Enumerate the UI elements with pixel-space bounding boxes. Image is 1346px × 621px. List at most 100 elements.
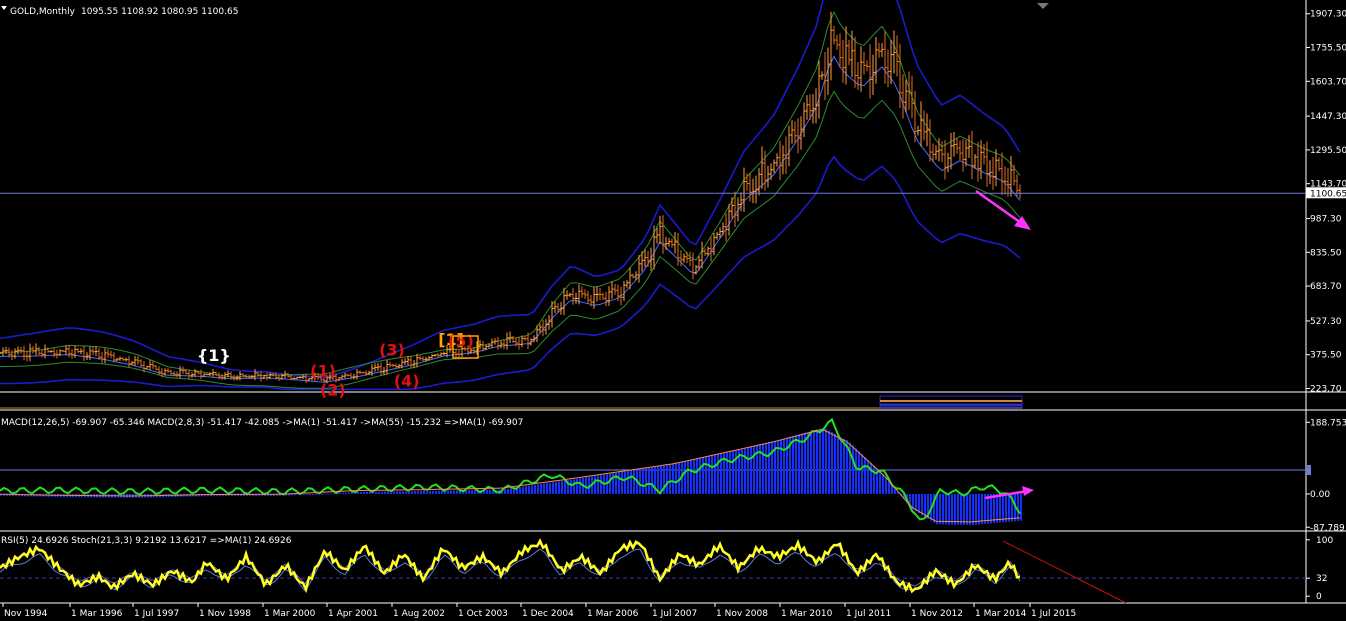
macd-title: MACD(12,26,5) -69.907 -65.346 MACD(2,8,3… (1, 418, 523, 428)
macd-histogram-bar (597, 475, 599, 494)
macd-histogram-bar (627, 470, 629, 494)
macd-histogram-bar (747, 446, 749, 494)
macd-histogram-bar (711, 455, 713, 494)
macd-histogram-bar (549, 482, 551, 494)
macd-histogram-bar (729, 451, 731, 494)
macd-histogram-bar (957, 493, 959, 525)
macd-histogram-bar (510, 488, 512, 494)
macd-histogram-bar (963, 493, 965, 525)
macd-histogram-bar (621, 471, 623, 494)
macd-histogram-bar (435, 490, 437, 494)
macd-histogram-bar (630, 470, 632, 494)
rsi-tick-label: 0 (1316, 592, 1322, 602)
macd-histogram-bar (522, 486, 524, 494)
macd-histogram-bar (714, 454, 716, 494)
macd-histogram-bar (357, 491, 359, 494)
macd-histogram-bar (924, 493, 926, 518)
macd-histogram-bar (825, 428, 827, 494)
macd-histogram-bar (546, 483, 548, 494)
macd-panel[interactable]: MACD(12,26,5) -69.907 -65.346 MACD(2,8,3… (0, 417, 1346, 533)
macd-histogram-bar (822, 427, 824, 494)
trading-chart[interactable]: 1907.301755.501603.701447.301295.501143.… (0, 0, 1346, 621)
macd-histogram-bar (417, 491, 419, 494)
macd-histogram-bar (807, 431, 809, 494)
macd-histogram-bar (951, 493, 953, 525)
macd-histogram-bar (831, 432, 833, 494)
macd-histogram-bar (540, 483, 542, 494)
macd-histogram-bar (624, 471, 626, 494)
price-tick-label: 683.70 (1310, 282, 1342, 292)
macd-histogram-bar (519, 486, 521, 494)
price-tick-label: 223.70 (1310, 385, 1342, 395)
macd-histogram-bar (618, 472, 620, 494)
macd-histogram-bar (489, 489, 491, 494)
macd-histogram-bar (972, 493, 974, 525)
macd-histogram-bar (339, 492, 341, 494)
macd-histogram-bar (441, 490, 443, 494)
macd-histogram-bar (771, 441, 773, 494)
macd-histogram-bar (873, 465, 875, 494)
x-tick-label: 1 Nov 2008 (716, 609, 768, 619)
macd-histogram-bar (939, 493, 941, 525)
macd-histogram-bar (732, 450, 734, 494)
macd-histogram-bar (783, 438, 785, 494)
macd-histogram-bar (753, 445, 755, 494)
macd-histogram-bar (942, 493, 944, 525)
macd-histogram-bar (948, 493, 950, 525)
macd-histogram-bar (318, 493, 320, 495)
macd-histogram-bar (375, 491, 377, 494)
macd-histogram-bar (534, 484, 536, 494)
macd-histogram-bar (390, 491, 392, 494)
macd-histogram-bar (504, 489, 506, 494)
macd-histogram-bar (687, 460, 689, 494)
x-tick-label: 1 Jul 2007 (652, 609, 697, 619)
macd-histogram-bar (978, 493, 980, 525)
wave-label: (3) (379, 340, 405, 359)
macd-histogram-bar (381, 491, 383, 494)
macd-histogram-bar (369, 491, 371, 494)
macd-tick-label: 188.753 (1310, 418, 1346, 428)
symbol-label: GOLD,Monthly (10, 7, 76, 17)
macd-histogram-bar (633, 469, 635, 494)
macd-histogram-bar (735, 449, 737, 494)
x-tick-label: 1 Aug 2002 (393, 609, 445, 619)
x-tick-label: 1 Dec 2004 (522, 609, 574, 619)
macd-histogram-bar (813, 430, 815, 494)
macd-histogram-bar (330, 493, 332, 495)
macd-histogram-bar (693, 459, 695, 494)
macd-tick-label: 0.00 (1310, 490, 1330, 500)
macd-histogram-bar (1008, 493, 1010, 522)
macd-histogram-bar (795, 434, 797, 494)
wave-label: {1} (197, 346, 231, 365)
macd-histogram-bar (348, 492, 350, 494)
macd-histogram-bar (450, 490, 452, 494)
macd-histogram-bar (867, 459, 869, 494)
price-panel[interactable]: 1907.301755.501603.701447.301295.501143.… (0, 0, 1346, 603)
macd-histogram-bar (672, 463, 674, 494)
x-tick-label: 1 Nov 2012 (911, 609, 963, 619)
macd-histogram-bar (303, 493, 305, 495)
macd-histogram-bar (453, 490, 455, 494)
macd-histogram-bar (456, 490, 458, 494)
macd-histogram-bar (399, 491, 401, 494)
macd-histogram-bar (324, 493, 326, 495)
macd-histogram-bar (981, 493, 983, 525)
macd-histogram-bar (855, 448, 857, 494)
price-tick-label: 1755.50 (1310, 44, 1346, 54)
rsi-title: RSI(5) 24.6926 Stoch(21,3,3) 9.2192 13.6… (1, 536, 292, 546)
macd-histogram-bar (384, 491, 386, 494)
macd-histogram-bar (411, 491, 413, 494)
macd-histogram-bar (1017, 493, 1019, 521)
x-tick-label: Nov 1994 (4, 609, 48, 619)
macd-histogram-bar (438, 490, 440, 494)
macd-arrowhead (1022, 486, 1034, 496)
macd-histogram-bar (537, 484, 539, 494)
macd-histogram-bar (864, 457, 866, 494)
macd-histogram-bar (750, 446, 752, 494)
price-tick-label: 375.50 (1310, 351, 1342, 361)
macd-histogram-bar (552, 482, 554, 494)
macd-histogram-bar (966, 493, 968, 525)
rsi-panel[interactable]: RSI(5) 24.6926 Stoch(21,3,3) 9.2192 13.6… (0, 536, 1346, 604)
x-tick-label: 1 Mar 2010 (781, 609, 833, 619)
macd-histogram-bar (837, 435, 839, 494)
